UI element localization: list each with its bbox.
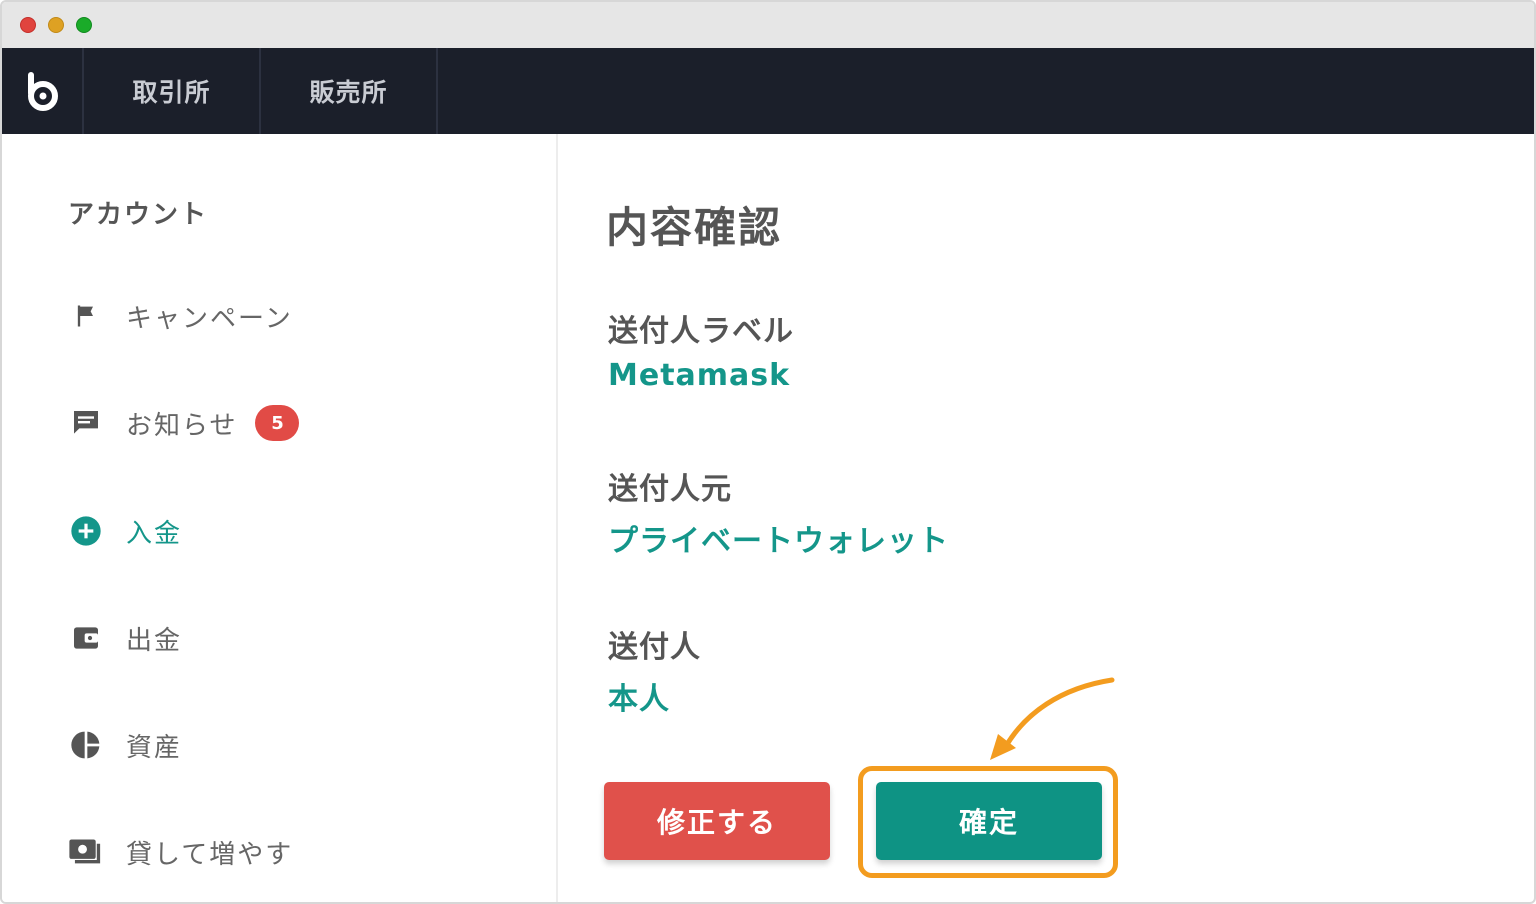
bitbank-logo-icon xyxy=(28,72,58,111)
sidebar-item-label: キャンペーン xyxy=(126,303,293,334)
wallet-icon xyxy=(68,620,104,656)
edit-button[interactable]: 修正する xyxy=(604,782,830,860)
top-navbar: 取引所 販売所 xyxy=(2,48,1534,134)
sender-heading: 送付人 xyxy=(608,630,701,665)
page-title: 内容確認 xyxy=(606,203,783,252)
sender-value: 本人 xyxy=(608,682,670,717)
sidebar-item-label: 出金 xyxy=(126,625,183,656)
sidebar-item-lending[interactable]: 貸して増やす xyxy=(68,832,293,872)
sender-source-heading: 送付人元 xyxy=(608,472,732,507)
maximize-window-button[interactable] xyxy=(76,17,92,33)
sidebar-item-deposit[interactable]: 入金 xyxy=(68,511,182,551)
nav-tab-sales[interactable]: 販売所 xyxy=(261,48,438,134)
sender-label-value: Metamask xyxy=(608,358,791,393)
sender-label-heading: 送付人ラベル xyxy=(608,314,794,349)
pointer-arrow-icon xyxy=(990,677,1115,760)
main-content: 内容確認 送付人ラベル Metamask 送付人元 プライベートウォレット 送付… xyxy=(560,134,1534,902)
message-icon xyxy=(68,405,104,441)
close-window-button[interactable] xyxy=(20,17,36,33)
nav-tab-exchange[interactable]: 取引所 xyxy=(84,48,261,134)
sidebar-item-label: お知らせ xyxy=(126,410,238,441)
sidebar-item-withdraw[interactable]: 出金 xyxy=(68,618,182,658)
pie-chart-icon xyxy=(68,727,104,763)
notification-badge: 5 xyxy=(255,405,300,441)
sidebar-item-campaign[interactable]: キャンペーン xyxy=(68,296,293,336)
sidebar-item-label: 入金 xyxy=(126,518,183,549)
title-bar xyxy=(2,2,1534,48)
lend-icon xyxy=(68,834,104,870)
sender-source-value: プライベートウォレット xyxy=(608,524,949,559)
confirm-button[interactable]: 確定 xyxy=(876,782,1102,860)
logo[interactable] xyxy=(2,48,84,134)
browser-window: 取引所 販売所 アカウント キャンペーン お知らせ 5 入金 出金 資産 貸して… xyxy=(0,0,1536,904)
minimize-window-button[interactable] xyxy=(48,17,64,33)
sidebar-item-assets[interactable]: 資産 xyxy=(68,725,182,765)
sidebar-title: アカウント xyxy=(68,200,209,230)
sidebar-item-news[interactable]: お知らせ 5 xyxy=(68,403,300,443)
sidebar-item-label: 貸して増やす xyxy=(126,839,294,870)
sidebar-item-label: 資産 xyxy=(126,732,183,763)
sidebar: アカウント キャンペーン お知らせ 5 入金 出金 資産 貸して増やす xyxy=(2,134,558,902)
flag-icon xyxy=(68,298,104,334)
plus-circle-icon xyxy=(68,513,104,549)
